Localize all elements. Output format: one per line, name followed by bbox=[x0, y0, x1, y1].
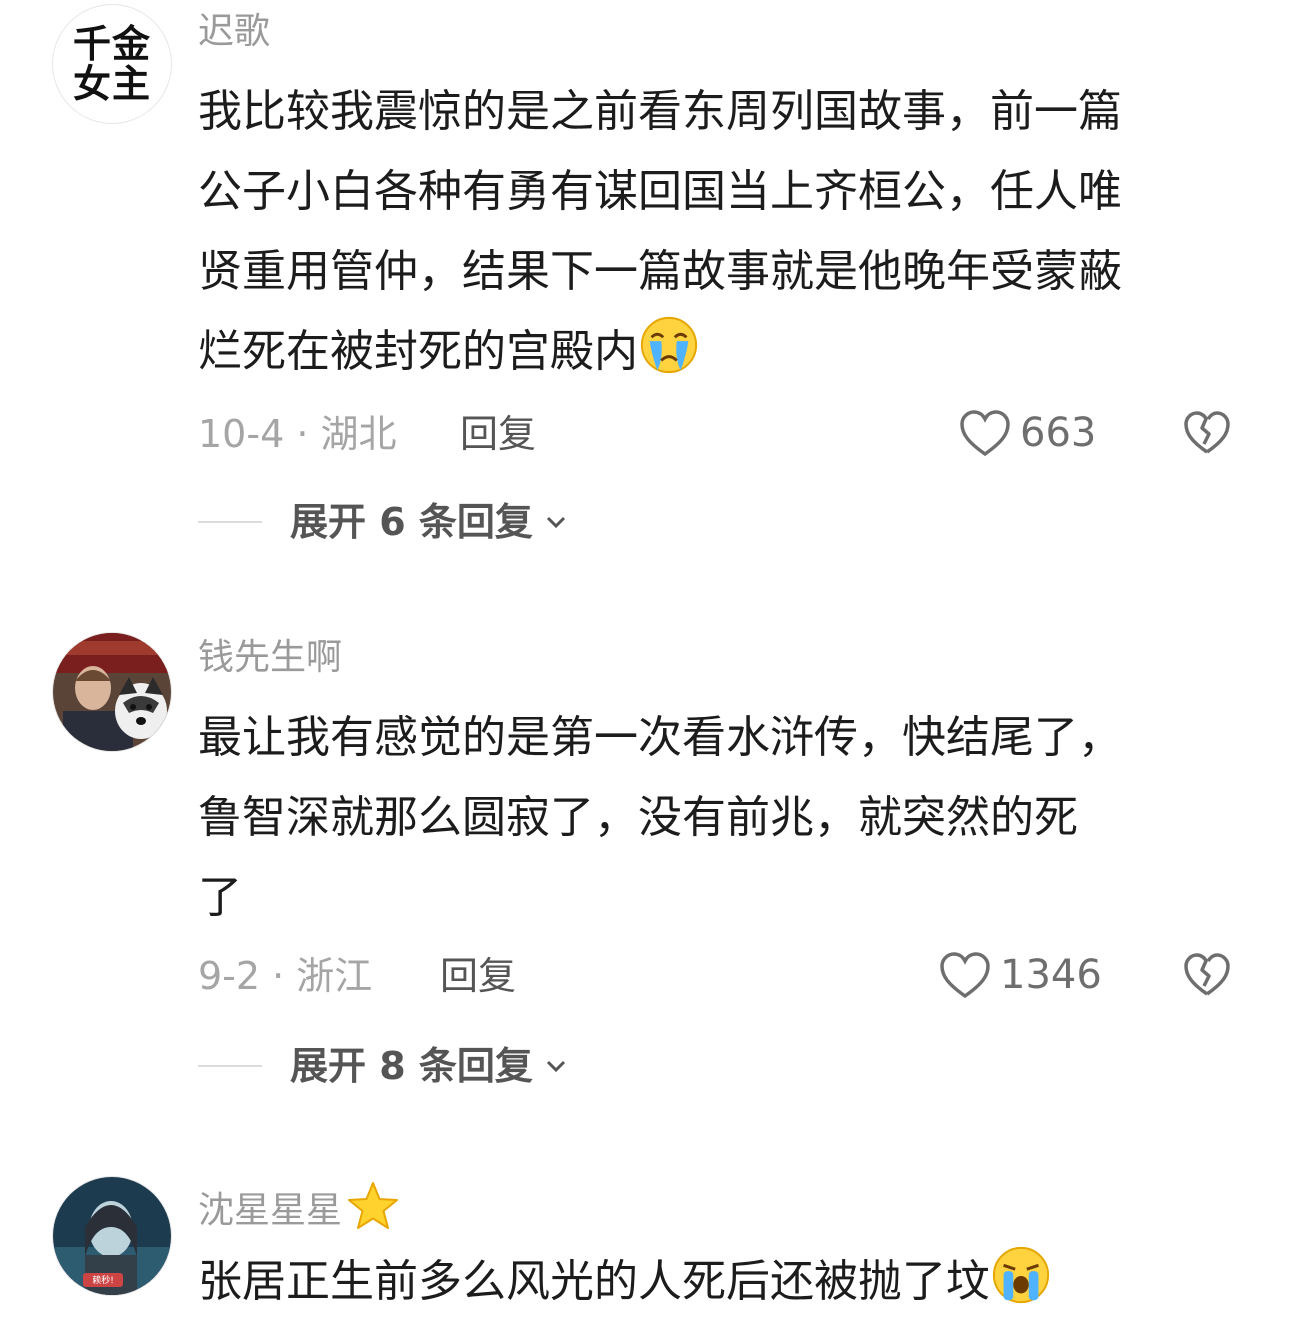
avatar-photo bbox=[53, 633, 171, 751]
expand-replies-button[interactable]: 展开 8 条回复 bbox=[198, 1042, 569, 1090]
comment-text-line: 最让我有感觉的是第一次看水浒传，快结尾了， bbox=[198, 712, 1122, 763]
expand-replies-button[interactable]: 展开 6 条回复 bbox=[198, 498, 569, 546]
chevron-down-icon bbox=[546, 516, 565, 529]
heart-icon bbox=[940, 952, 990, 999]
expand-replies-label: 展开 6 条回复 bbox=[290, 500, 533, 544]
broken-heart-icon[interactable] bbox=[1182, 408, 1232, 458]
chevron-down-icon bbox=[546, 1060, 565, 1073]
date-location: 10-4 · 湖北 bbox=[198, 412, 397, 456]
comment-text: 我比较我震惊的是之前看东周列国故事，前一篇 公子小白各种有勇有谋回国当上齐桓公，… bbox=[198, 72, 1228, 392]
comment-text-line-last: 烂死在被封死的宫殿内 bbox=[198, 312, 1228, 392]
comment-text: 张居正生前多么风光的人死后还被抛了坟 bbox=[198, 1242, 1228, 1322]
divider bbox=[198, 521, 262, 523]
comment-text-line: 张居正生前多么风光的人死后还被抛了坟 bbox=[198, 1256, 990, 1307]
comment-text-line: 鲁智深就那么圆寂了，没有前兆，就突然的死 bbox=[198, 792, 1078, 843]
username-text: 沈星星星 bbox=[198, 1190, 343, 1231]
username[interactable]: 沈星星星 bbox=[198, 1180, 400, 1233]
comment-text-line: 烂死在被封死的宫殿内 bbox=[198, 326, 638, 377]
avatar-caption: 赖秒! bbox=[92, 1274, 114, 1286]
comment-text: 最让我有感觉的是第一次看水浒传，快结尾了， 鲁智深就那么圆寂了，没有前兆，就突然… bbox=[198, 698, 1228, 938]
date-location: 9-2 · 浙江 bbox=[198, 954, 373, 998]
like-button[interactable]: 663 bbox=[958, 408, 1096, 458]
comment-text-line: 贤重用管仲，结果下一篇故事就是他晚年受蒙蔽 bbox=[198, 246, 1122, 297]
avatar-logo-text: 千金 女主 bbox=[53, 5, 171, 123]
divider bbox=[198, 1065, 262, 1067]
username[interactable]: 迟歌 bbox=[198, 10, 270, 54]
avatar-text-line1: 千金 bbox=[72, 22, 151, 66]
username[interactable]: 钱先生啊 bbox=[198, 636, 342, 680]
avatar[interactable] bbox=[52, 632, 172, 752]
star-icon bbox=[348, 1182, 399, 1229]
comment-text-line: 我比较我震惊的是之前看东周列国故事，前一篇 bbox=[198, 86, 1122, 137]
comment-text-line: 公子小白各种有勇有谋回国当上齐桓公，任人唯 bbox=[198, 166, 1122, 217]
avatar[interactable]: 千金 女主 bbox=[52, 4, 172, 124]
like-button[interactable]: 1346 bbox=[938, 950, 1102, 1000]
comment-text-line-last: 张居正生前多么风光的人死后还被抛了坟 bbox=[198, 1242, 1228, 1322]
broken-heart-icon[interactable] bbox=[1182, 950, 1232, 1000]
like-count: 1346 bbox=[1000, 952, 1102, 998]
reply-button[interactable]: 回复 bbox=[440, 952, 516, 1000]
crying-face-emoji bbox=[640, 316, 698, 374]
expand-replies-label: 展开 8 条回复 bbox=[290, 1044, 533, 1088]
avatar-text-line2: 女主 bbox=[72, 62, 151, 106]
reply-button[interactable]: 回复 bbox=[460, 410, 536, 458]
comment-text-line: 了 bbox=[198, 872, 242, 923]
heart-icon bbox=[960, 410, 1010, 457]
avatar[interactable]: 赖秒! bbox=[52, 1176, 172, 1296]
avatar-photo: 赖秒! bbox=[53, 1177, 171, 1295]
like-count: 663 bbox=[1020, 410, 1097, 456]
loudly-crying-face-emoji bbox=[992, 1246, 1050, 1304]
